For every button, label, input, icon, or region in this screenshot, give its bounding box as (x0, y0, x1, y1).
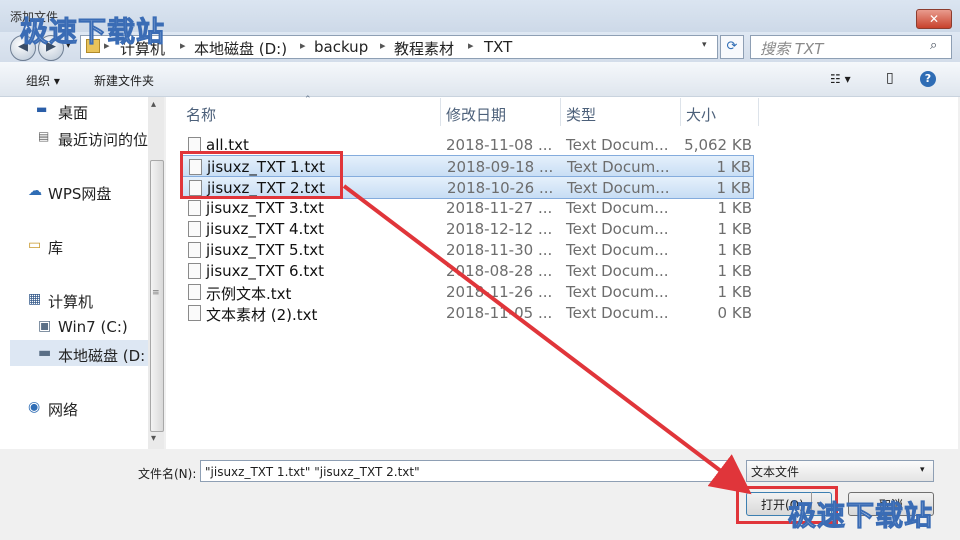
watermark-top: 极速下载站 (19, 15, 166, 49)
annotation-arrow (342, 184, 752, 495)
watermark-bottom: 极速下载站 (787, 499, 934, 533)
